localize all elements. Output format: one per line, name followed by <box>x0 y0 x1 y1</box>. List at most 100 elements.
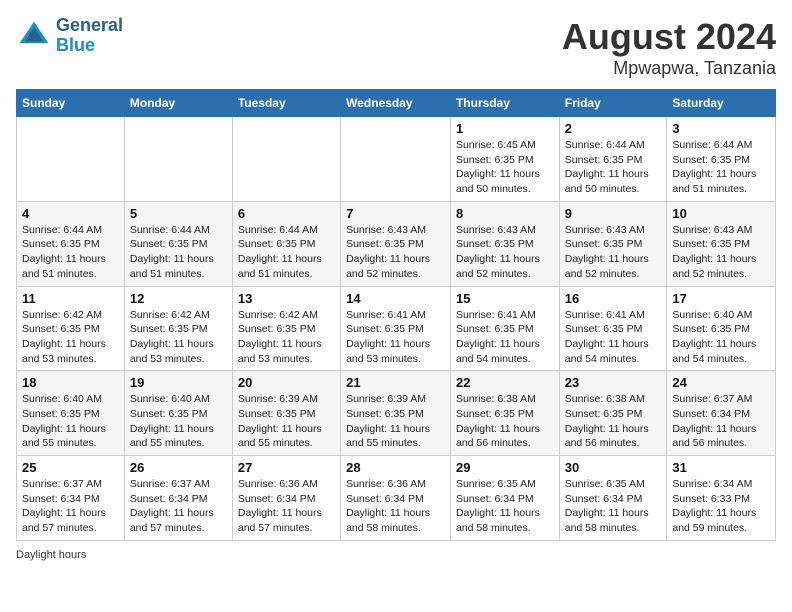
calendar-table: SundayMondayTuesdayWednesdayThursdayFrid… <box>16 89 776 541</box>
calendar-cell: 22Sunrise: 6:38 AM Sunset: 6:35 PM Dayli… <box>450 371 559 456</box>
day-number: 20 <box>238 375 335 390</box>
day-info: Sunrise: 6:41 AM Sunset: 6:35 PM Dayligh… <box>346 308 445 367</box>
footer: Daylight hours <box>16 549 776 561</box>
day-number: 31 <box>672 460 770 475</box>
calendar-cell: 13Sunrise: 6:42 AM Sunset: 6:35 PM Dayli… <box>232 286 340 371</box>
day-of-week-header: Friday <box>559 90 667 117</box>
day-number: 21 <box>346 375 445 390</box>
day-of-week-header: Saturday <box>667 90 776 117</box>
day-number: 30 <box>565 460 662 475</box>
logo-line1: General <box>56 16 123 36</box>
day-number: 15 <box>456 291 554 306</box>
day-of-week-header: Tuesday <box>232 90 340 117</box>
calendar-week-row: 4 Sunrise: 6:44 AM Sunset: 6:35 PM Daylig… <box>17 201 776 286</box>
calendar-cell: 11Sunrise: 6:42 AM Sunset: 6:35 PM Dayli… <box>17 286 125 371</box>
day-info: Sunrise: 6:43 AM Sunset: 6:35 PM Dayligh… <box>565 223 662 282</box>
day-info: Sunrise: 6:37 AM Sunset: 6:34 PM Dayligh… <box>130 477 227 536</box>
day-info: Sunrise: 6:43 AM Sunset: 6:35 PM Dayligh… <box>456 223 554 282</box>
calendar-cell: 6 Sunrise: 6:44 AM Sunset: 6:35 PM Daylig… <box>232 201 340 286</box>
logo: General Blue <box>16 16 123 56</box>
calendar-week-row: 1 Sunrise: 6:45 AM Sunset: 6:35 PM Daylig… <box>17 117 776 202</box>
day-info: Sunrise: 6:39 AM Sunset: 6:35 PM Dayligh… <box>238 392 335 451</box>
day-of-week-header: Wednesday <box>341 90 451 117</box>
day-info: Sunrise: 6:44 AM Sunset: 6:35 PM Dayligh… <box>672 138 770 197</box>
calendar-cell: 5 Sunrise: 6:44 AM Sunset: 6:35 PM Daylig… <box>124 201 232 286</box>
calendar-cell: 27 Sunrise: 6:36 AM Sunset: 6:34 PM Dayli… <box>232 456 340 541</box>
day-info: Sunrise: 6:40 AM Sunset: 6:35 PM Dayligh… <box>22 392 119 451</box>
logo-icon <box>16 18 52 54</box>
day-number: 8 <box>456 206 554 221</box>
day-info: Sunrise: 6:42 AM Sunset: 6:35 PM Dayligh… <box>238 308 335 367</box>
calendar-cell: 18 Sunrise: 6:40 AM Sunset: 6:35 PM Dayli… <box>17 371 125 456</box>
logo-text: General Blue <box>56 16 123 56</box>
calendar-cell: 12Sunrise: 6:42 AM Sunset: 6:35 PM Dayli… <box>124 286 232 371</box>
day-info: Sunrise: 6:39 AM Sunset: 6:35 PM Dayligh… <box>346 392 445 451</box>
day-number: 24 <box>672 375 770 390</box>
day-info: Sunrise: 6:34 AM Sunset: 6:33 PM Dayligh… <box>672 477 770 536</box>
day-info: Sunrise: 6:41 AM Sunset: 6:35 PM Dayligh… <box>565 308 662 367</box>
day-number: 9 <box>565 206 662 221</box>
page-header: General Blue August 2024 Mpwapwa, Tanzan… <box>16 16 776 79</box>
day-number: 25 <box>22 460 119 475</box>
title-block: August 2024 Mpwapwa, Tanzania <box>562 16 776 79</box>
day-number: 5 <box>130 206 227 221</box>
day-info: Sunrise: 6:37 AM Sunset: 6:34 PM Dayligh… <box>22 477 119 536</box>
calendar-cell: 20 Sunrise: 6:39 AM Sunset: 6:35 PM Dayli… <box>232 371 340 456</box>
calendar-cell <box>341 117 451 202</box>
day-number: 1 <box>456 121 554 136</box>
day-number: 7 <box>346 206 445 221</box>
day-info: Sunrise: 6:45 AM Sunset: 6:35 PM Dayligh… <box>456 138 554 197</box>
day-number: 18 <box>22 375 119 390</box>
day-info: Sunrise: 6:40 AM Sunset: 6:35 PM Dayligh… <box>130 392 227 451</box>
day-info: Sunrise: 6:40 AM Sunset: 6:35 PM Dayligh… <box>672 308 770 367</box>
calendar-cell: 15 Sunrise: 6:41 AM Sunset: 6:35 PM Dayli… <box>450 286 559 371</box>
day-info: Sunrise: 6:44 AM Sunset: 6:35 PM Dayligh… <box>565 138 662 197</box>
calendar-cell: 24Sunrise: 6:37 AM Sunset: 6:34 PM Dayli… <box>667 371 776 456</box>
footer-label: Daylight hours <box>16 549 86 561</box>
calendar-cell: 23Sunrise: 6:38 AM Sunset: 6:35 PM Dayli… <box>559 371 667 456</box>
calendar-week-row: 11Sunrise: 6:42 AM Sunset: 6:35 PM Dayli… <box>17 286 776 371</box>
day-info: Sunrise: 6:42 AM Sunset: 6:35 PM Dayligh… <box>22 308 119 367</box>
day-number: 2 <box>565 121 662 136</box>
calendar-week-row: 18 Sunrise: 6:40 AM Sunset: 6:35 PM Dayli… <box>17 371 776 456</box>
calendar-cell: 30Sunrise: 6:35 AM Sunset: 6:34 PM Dayli… <box>559 456 667 541</box>
day-number: 6 <box>238 206 335 221</box>
calendar-cell: 26 Sunrise: 6:37 AM Sunset: 6:34 PM Dayli… <box>124 456 232 541</box>
calendar-cell: 28 Sunrise: 6:36 AM Sunset: 6:34 PM Dayli… <box>341 456 451 541</box>
day-number: 3 <box>672 121 770 136</box>
month-title: August 2024 <box>562 16 776 58</box>
day-info: Sunrise: 6:41 AM Sunset: 6:35 PM Dayligh… <box>456 308 554 367</box>
day-info: Sunrise: 6:36 AM Sunset: 6:34 PM Dayligh… <box>238 477 335 536</box>
calendar-week-row: 25 Sunrise: 6:37 AM Sunset: 6:34 PM Dayli… <box>17 456 776 541</box>
day-number: 10 <box>672 206 770 221</box>
calendar-cell: 21 Sunrise: 6:39 AM Sunset: 6:35 PM Dayli… <box>341 371 451 456</box>
calendar-cell <box>232 117 340 202</box>
day-info: Sunrise: 6:36 AM Sunset: 6:34 PM Dayligh… <box>346 477 445 536</box>
day-number: 17 <box>672 291 770 306</box>
day-info: Sunrise: 6:43 AM Sunset: 6:35 PM Dayligh… <box>672 223 770 282</box>
calendar-cell <box>124 117 232 202</box>
calendar-cell: 10 Sunrise: 6:43 AM Sunset: 6:35 PM Dayli… <box>667 201 776 286</box>
day-number: 27 <box>238 460 335 475</box>
day-info: Sunrise: 6:42 AM Sunset: 6:35 PM Dayligh… <box>130 308 227 367</box>
day-number: 26 <box>130 460 227 475</box>
calendar-header: SundayMondayTuesdayWednesdayThursdayFrid… <box>17 90 776 117</box>
calendar-cell: 25 Sunrise: 6:37 AM Sunset: 6:34 PM Dayli… <box>17 456 125 541</box>
calendar-cell: 29 Sunrise: 6:35 AM Sunset: 6:34 PM Dayli… <box>450 456 559 541</box>
day-of-week-header: Monday <box>124 90 232 117</box>
day-info: Sunrise: 6:44 AM Sunset: 6:35 PM Dayligh… <box>130 223 227 282</box>
calendar-cell: 19 Sunrise: 6:40 AM Sunset: 6:35 PM Dayli… <box>124 371 232 456</box>
day-number: 19 <box>130 375 227 390</box>
day-number: 29 <box>456 460 554 475</box>
day-info: Sunrise: 6:35 AM Sunset: 6:34 PM Dayligh… <box>456 477 554 536</box>
day-info: Sunrise: 6:44 AM Sunset: 6:35 PM Dayligh… <box>238 223 335 282</box>
calendar-cell: 8 Sunrise: 6:43 AM Sunset: 6:35 PM Daylig… <box>450 201 559 286</box>
calendar-cell: 1 Sunrise: 6:45 AM Sunset: 6:35 PM Daylig… <box>450 117 559 202</box>
calendar-cell: 16Sunrise: 6:41 AM Sunset: 6:35 PM Dayli… <box>559 286 667 371</box>
day-of-week-header: Thursday <box>450 90 559 117</box>
day-number: 22 <box>456 375 554 390</box>
calendar-cell: 14Sunrise: 6:41 AM Sunset: 6:35 PM Dayli… <box>341 286 451 371</box>
calendar-cell: 9 Sunrise: 6:43 AM Sunset: 6:35 PM Daylig… <box>559 201 667 286</box>
day-number: 4 <box>22 206 119 221</box>
day-number: 28 <box>346 460 445 475</box>
